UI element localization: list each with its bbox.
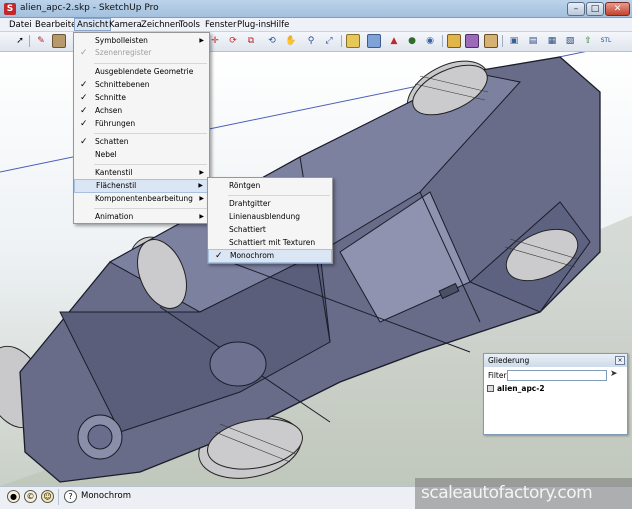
menu-item-component-edit[interactable]: Komponentenbearbeitung ▶ — [74, 193, 209, 205]
menu-item-guides[interactable]: ✓ Führungen — [74, 118, 209, 130]
menu-item-section-cuts[interactable]: ✓ Schnitte — [74, 92, 209, 104]
filter-input[interactable] — [507, 370, 607, 381]
styles-icon[interactable] — [484, 34, 498, 48]
scale-icon[interactable]: ⧉ — [244, 34, 258, 48]
menu-item-shaded-textures[interactable]: Schattiert mit Texturen — [208, 237, 332, 249]
outline-panel-title: Gliederung — [484, 354, 627, 367]
display-section-icon[interactable]: ▦ — [545, 34, 559, 48]
menu-tools[interactable]: Tools — [177, 19, 202, 31]
minimize-button[interactable]: – — [567, 2, 585, 16]
status-separator — [58, 489, 59, 505]
menu-item-monochrome[interactable]: ✓ Monochrom — [208, 249, 332, 263]
menu-plugins[interactable]: Plug-ins — [235, 19, 273, 31]
photo-textures-icon[interactable]: ◉ — [423, 34, 437, 48]
menu-item-toolbars[interactable]: Symbolleisten ▶ — [74, 35, 209, 47]
toolbar-separator — [502, 35, 503, 47]
stl-export-icon[interactable]: STL — [599, 34, 613, 48]
menu-separator — [94, 164, 207, 165]
components-icon[interactable] — [447, 34, 461, 48]
menu-datei[interactable]: Datei — [7, 19, 34, 31]
menu-item-edge-style[interactable]: Kantenstil ▶ — [74, 167, 209, 179]
toolbar-separator — [29, 35, 30, 47]
menu-separator — [228, 195, 330, 196]
menu-item-xray[interactable]: Röntgen — [208, 180, 332, 192]
panel-close-icon[interactable]: × — [615, 356, 625, 365]
menu-separator — [94, 133, 207, 134]
select-tool-icon[interactable]: ➚ — [13, 34, 27, 48]
rectangle-icon[interactable] — [52, 34, 66, 48]
rotate-icon[interactable]: ⟳ — [226, 34, 240, 48]
menu-hilfe[interactable]: Hilfe — [268, 19, 291, 31]
check-icon: ✓ — [80, 80, 88, 90]
menu-item-hidden-geometry[interactable]: Ausgeblendete Geometrie — [74, 66, 209, 78]
menu-item-shadows[interactable]: ✓ Schatten — [74, 136, 209, 148]
export-icon[interactable]: ⇧ — [581, 34, 595, 48]
check-icon: ✓ — [80, 137, 88, 147]
zoom-icon[interactable]: ⚲ — [304, 34, 318, 48]
menu-item-wireframe[interactable]: Drahtgitter — [208, 198, 332, 210]
check-icon: ✓ — [215, 251, 223, 261]
layout-icon[interactable]: ▣ — [507, 34, 521, 48]
menu-fenster[interactable]: Fenster — [203, 19, 239, 31]
window-title: alien_apc-2.skp - SketchUp Pro — [20, 3, 159, 13]
check-icon: ✓ — [80, 93, 88, 103]
menu-item-fog[interactable]: Nebel — [74, 149, 209, 161]
sketchup-app-icon[interactable]: S — [4, 3, 16, 15]
section-plane-icon[interactable]: ▤ — [526, 34, 540, 48]
menu-ansicht[interactable]: Ansicht — [74, 18, 112, 31]
outline-panel: Gliederung × Filter: ➤ alien_apc-2 — [483, 353, 628, 435]
move-icon[interactable]: ✛ — [208, 34, 222, 48]
orbit-icon[interactable]: ⟲ — [265, 34, 279, 48]
details-arrow-icon[interactable]: ➤ — [610, 369, 620, 381]
menu-separator — [94, 63, 207, 64]
menu-zeichnen[interactable]: Zeichnen — [139, 19, 182, 31]
menu-item-scene-tabs: ✓ Szenenregister — [80, 48, 152, 58]
watermark: scaleautofactory.com — [415, 478, 632, 509]
pencil-icon[interactable]: ✎ — [34, 34, 48, 48]
filter-label: Filter: — [488, 371, 509, 380]
materials-icon[interactable] — [465, 34, 479, 48]
maximize-button[interactable]: □ — [586, 2, 604, 16]
user-icon[interactable]: ☺ — [41, 490, 54, 503]
view-menu: Symbolleisten ▶ ✓ Szenenregister Ausgeblen… — [73, 32, 210, 224]
help-icon[interactable]: ? — [64, 490, 77, 503]
tree-item-model[interactable]: alien_apc-2 — [497, 384, 545, 393]
check-icon: ✓ — [80, 48, 88, 58]
get-models-icon[interactable]: ▲ — [387, 34, 401, 48]
check-icon: ✓ — [80, 106, 88, 116]
credits-icon[interactable]: © — [24, 490, 37, 503]
toolbar-separator — [442, 35, 443, 47]
zoom-extents-icon[interactable]: ⤢ — [322, 34, 336, 48]
menu-item-axes[interactable]: ✓ Achsen — [74, 105, 209, 117]
menu-item-animation[interactable]: Animation ▶ — [74, 211, 209, 223]
check-icon: ✓ — [80, 119, 88, 129]
menu-item-hidden-line[interactable]: Linienausblendung — [208, 211, 332, 223]
pan-icon[interactable]: ✋ — [284, 34, 298, 48]
menu-item-shaded[interactable]: Schattiert — [208, 224, 332, 236]
status-text: Monochrom — [81, 491, 131, 501]
menu-separator — [94, 208, 207, 209]
close-button[interactable]: ✕ — [605, 2, 630, 16]
menu-item-face-style[interactable]: Flächenstil ▶ — [74, 179, 209, 193]
toolbar-separator — [341, 35, 342, 47]
share-model-icon[interactable] — [367, 34, 381, 48]
google-earth-icon[interactable]: ● — [405, 34, 419, 48]
face-style-menu: Röntgen Drahtgitter Linienausblendung Sc… — [207, 177, 333, 264]
geo-location-icon[interactable]: ● — [7, 490, 20, 503]
model-icon — [487, 385, 494, 392]
menu-item-section-planes[interactable]: ✓ Schnittebenen — [74, 79, 209, 91]
hatch-ring — [209, 341, 267, 387]
section-cuts-icon[interactable]: ▧ — [563, 34, 577, 48]
3d-warehouse-icon[interactable] — [346, 34, 360, 48]
